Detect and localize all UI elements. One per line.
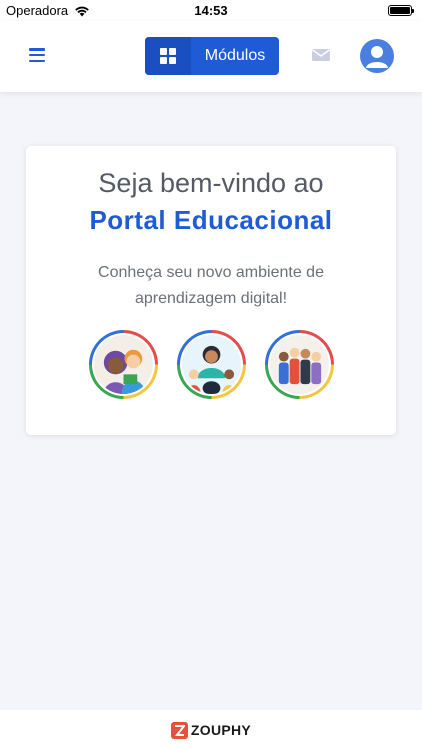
kids-reading-illustration [93,335,153,394]
hamburger-icon[interactable] [27,45,47,65]
teacher-class-illustration [181,335,241,395]
group-illustration [269,335,329,394]
students-illustration-2 [176,330,246,399]
circle-inner [91,333,155,396]
status-left: Operadora [6,3,90,18]
circle-inner [179,333,243,396]
circle-inner [267,333,331,396]
footer-brand: ZOUPHY [190,722,252,738]
status-bar: Operadora 14:53 [0,0,422,21]
user-icon[interactable] [360,39,394,73]
portal-title: Portal Educacional [89,205,333,235]
modules-label: Módulos [204,47,266,64]
modules-button[interactable]: Módulos [145,37,279,75]
grid-icon [145,37,191,75]
battery-fill [390,7,410,14]
welcome-description: Conheça seu novo ambiente de aprendizage… [98,264,324,307]
zouphy-logo-icon [170,721,188,739]
illustration-row [26,330,396,399]
welcome-title: Seja bem-vindo ao [98,168,324,198]
menu-line [29,48,45,51]
students-illustration-1 [88,330,158,399]
footer: ZOUPHY [0,710,422,750]
menu-line [29,59,45,62]
top-nav: Módulos [0,21,422,92]
carrier-label: Operadora [6,3,69,18]
battery-icon [388,5,414,16]
students-illustration-3 [264,330,334,399]
welcome-card: Seja bem-vindo ao Portal Educacional Con… [26,146,396,435]
wifi-icon [75,6,89,16]
mail-icon[interactable] [311,47,331,63]
menu-line [29,53,45,57]
